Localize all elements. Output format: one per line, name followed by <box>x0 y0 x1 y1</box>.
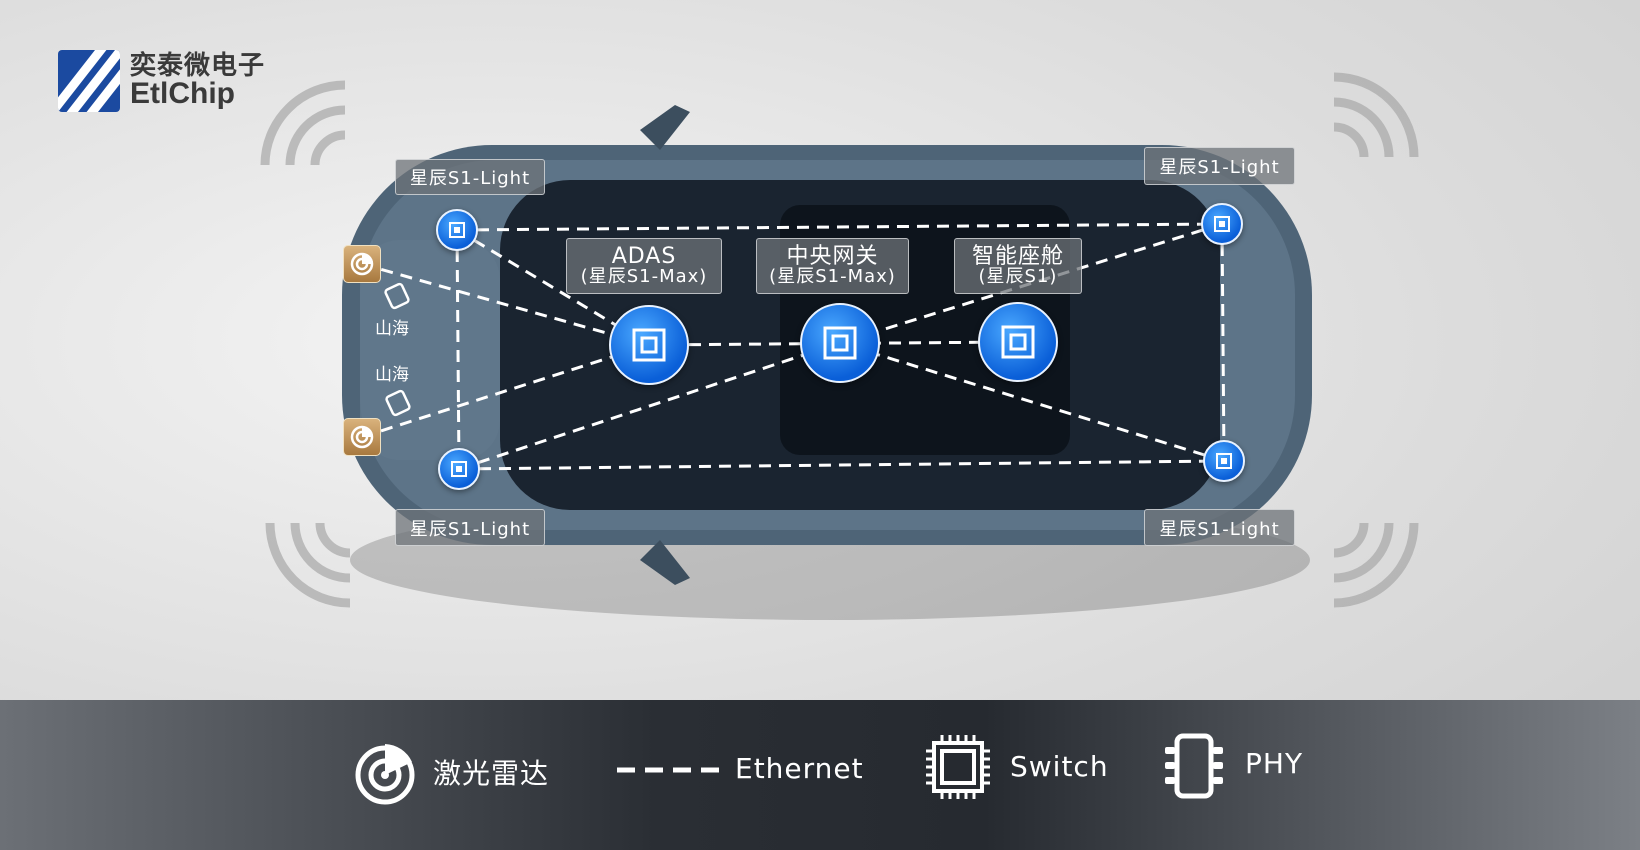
phy-legend-icon <box>1165 733 1223 799</box>
legend-lidar: 激光雷达 <box>433 757 550 790</box>
logo-cn: 奕泰微电子 <box>130 51 266 81</box>
chip-icon <box>823 326 857 360</box>
logo: 奕泰微电子 EtlChip <box>58 50 265 112</box>
lidar-icon <box>350 252 374 276</box>
phy-icon-bottom <box>385 389 411 417</box>
phy-label-bottom: 山海 <box>375 365 409 385</box>
legend-ethernet: Ethernet <box>735 752 864 785</box>
chip-icon <box>632 328 666 362</box>
adas-label: ADAS (星辰S1-Max) <box>566 238 722 294</box>
lidar-bottom <box>343 418 381 456</box>
adas-node <box>609 305 689 385</box>
chip-icon <box>1214 216 1230 232</box>
chip-icon <box>1001 325 1035 359</box>
cockpit-node <box>978 302 1058 382</box>
gateway-node <box>800 303 880 383</box>
label-tr: 星辰S1-Light <box>1144 147 1295 185</box>
radar-wave-tr <box>1333 72 1419 158</box>
legend-phy: PHY <box>1245 747 1304 780</box>
switch-legend-icon <box>926 735 990 799</box>
legend-switch: Switch <box>1010 750 1109 783</box>
label-bl: 星辰S1-Light <box>395 509 545 546</box>
label-br: 星辰S1-Light <box>1144 509 1295 546</box>
logo-mark <box>58 50 120 112</box>
radar-wave-br <box>1333 522 1419 608</box>
switch-node-tl <box>436 209 478 251</box>
switch-node-tr <box>1201 203 1243 245</box>
label-tl: 星辰S1-Light <box>395 159 545 195</box>
phy-label-top: 山海 <box>375 319 409 339</box>
switch-node-bl <box>438 448 480 490</box>
chip-icon <box>451 461 467 477</box>
gateway-label: 中央网关 (星辰S1-Max) <box>756 238 909 294</box>
chip-icon <box>1216 453 1232 469</box>
switch-node-br <box>1203 440 1245 482</box>
chip-icon <box>449 222 465 238</box>
radar-wave-tl <box>260 80 346 166</box>
radar-wave-bl <box>265 522 351 608</box>
lidar-icon <box>350 425 374 449</box>
logo-en: EtlChip <box>130 77 235 110</box>
cockpit-label: 智能座舱 (星辰S1) <box>954 238 1082 294</box>
lidar-legend-icon <box>355 744 415 805</box>
phy-icon-top <box>384 282 410 310</box>
lidar-top <box>343 245 381 283</box>
ethernet-legend-icon <box>617 767 719 773</box>
